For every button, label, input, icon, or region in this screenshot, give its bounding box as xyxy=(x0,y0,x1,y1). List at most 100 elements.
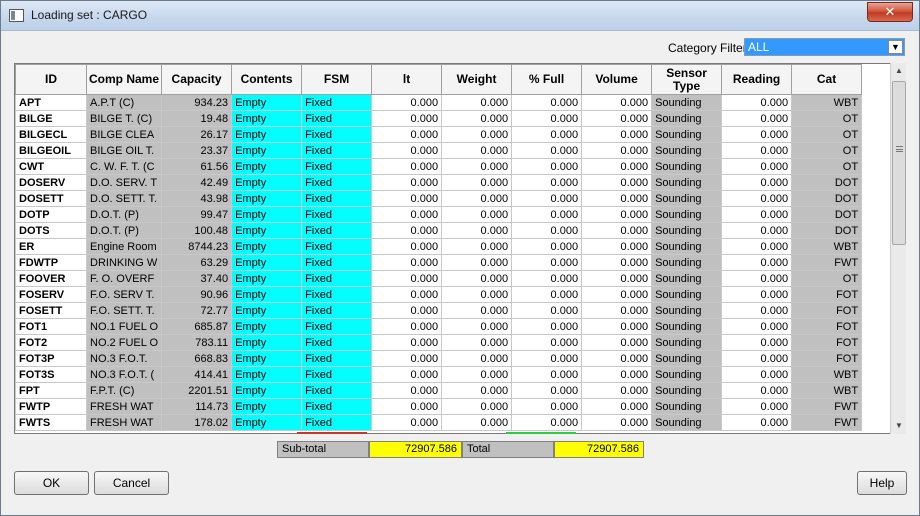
cell-name[interactable]: A.P.T (C) xyxy=(85,94,163,111)
column-header[interactable]: ID xyxy=(15,64,87,95)
cell-full[interactable]: 0.000 xyxy=(511,238,583,255)
cell-weight[interactable]: 0.000 xyxy=(441,414,513,431)
cell-name[interactable]: FRESH WAT xyxy=(85,398,163,415)
cell-full[interactable]: 0.000 xyxy=(511,350,583,367)
cell-lt[interactable]: 0.000 xyxy=(371,94,443,111)
cell-name[interactable]: D.O. SETT. T. xyxy=(85,190,163,207)
cell-lt[interactable]: 0.000 xyxy=(371,270,443,287)
cell-id[interactable]: BILGEOIL xyxy=(15,142,87,159)
cell-reading[interactable]: 0.000 xyxy=(721,158,793,175)
column-header[interactable]: Weight xyxy=(441,64,513,95)
table-row[interactable]: FOOVER F. O. OVERF 37.40 Empty Fixed 0.000 0.0… xyxy=(15,270,863,287)
table-row[interactable]: DOTP D.O.T. (P) 99.47 Empty Fixed 0.000 0.000 0… xyxy=(15,206,863,223)
cell-weight[interactable]: 0.000 xyxy=(441,206,513,223)
column-header[interactable]: Sensor Type xyxy=(651,64,723,95)
cell-name[interactable]: BILGE CLEA xyxy=(85,126,163,143)
cell-capacity[interactable]: 2201.51 xyxy=(161,382,233,399)
cell-id[interactable]: FOSETT xyxy=(15,302,87,319)
cell-sensor[interactable]: Sounding xyxy=(651,110,723,127)
cell-fsm[interactable]: Fixed xyxy=(301,334,373,351)
cell-fsm[interactable]: Fixed xyxy=(301,126,373,143)
cell-cat[interactable]: DOT xyxy=(791,222,863,239)
cell-contents[interactable]: Empty xyxy=(231,158,303,175)
table-row[interactable]: FWTP FRESH WAT 114.73 Empty Fixed 0.000 0.000 0… xyxy=(15,398,863,415)
scroll-up-icon[interactable]: ▲ xyxy=(891,63,907,79)
cell-reading[interactable]: 0.000 xyxy=(721,190,793,207)
column-header[interactable]: lt xyxy=(371,64,443,95)
cell-full[interactable]: 0.000 xyxy=(511,126,583,143)
cell-volume[interactable]: 0.000 xyxy=(581,94,653,111)
cell-fsm[interactable]: Fixed xyxy=(301,286,373,303)
cell-weight[interactable]: 0.000 xyxy=(441,142,513,159)
cell-fsm[interactable]: Fixed xyxy=(301,254,373,271)
cell-volume[interactable]: 0.000 xyxy=(581,174,653,191)
cell-name[interactable]: BILGE T. (C) xyxy=(85,110,163,127)
cell-id[interactable]: FOT3P xyxy=(15,350,87,367)
table-row[interactable]: DOSERV D.O. SERV. T 42.49 Empty Fixed 0.000 0.… xyxy=(15,174,863,191)
cell-full[interactable]: 0.000 xyxy=(511,110,583,127)
cell-volume[interactable]: 0.000 xyxy=(581,366,653,383)
table-row[interactable]: FOT1 NO.1 FUEL O 685.87 Empty Fixed 0.000 0.00… xyxy=(15,318,863,335)
cell-cat[interactable]: OT xyxy=(791,110,863,127)
cell-contents[interactable]: Empty xyxy=(231,238,303,255)
table-row[interactable]: ER Engine Room 8744.23 Empty Fixed 0.000 0.000… xyxy=(15,238,863,255)
cell-contents[interactable]: Empty xyxy=(231,286,303,303)
cell-capacity[interactable]: 99.47 xyxy=(161,206,233,223)
cell-name[interactable]: D.O.T. (P) xyxy=(85,222,163,239)
cell-weight[interactable]: 0.000 xyxy=(441,94,513,111)
cell-name[interactable]: D.O.T. (P) xyxy=(85,206,163,223)
cell-contents[interactable]: Empty xyxy=(231,398,303,415)
cell-capacity[interactable]: 43.98 xyxy=(161,190,233,207)
cell-cat[interactable]: OT xyxy=(791,270,863,287)
cell-capacity[interactable]: 37.40 xyxy=(161,270,233,287)
cell-capacity[interactable]: 63.29 xyxy=(161,254,233,271)
cell-sensor[interactable]: Sounding xyxy=(651,190,723,207)
cell-sensor[interactable]: Sounding xyxy=(651,366,723,383)
cell-sensor[interactable]: Sounding xyxy=(651,126,723,143)
ok-button[interactable]: OK xyxy=(14,471,89,495)
table-row[interactable]: CWT C. W. F. T. (C 61.56 Empty Fixed 0.000 0.0… xyxy=(15,158,863,175)
cell-name[interactable]: BILGE OIL T. xyxy=(85,142,163,159)
cell-reading[interactable]: 0.000 xyxy=(721,366,793,383)
cell-id[interactable]: DOSERV xyxy=(15,174,87,191)
table-row[interactable]: FDWTP DRINKING W 63.29 Empty Fixed 0.000 0.000… xyxy=(15,254,863,271)
cell-full[interactable]: 0.000 xyxy=(511,414,583,431)
cell-cat[interactable]: FOT xyxy=(791,286,863,303)
cell-sensor[interactable]: Sounding xyxy=(651,158,723,175)
table-row[interactable]: APT A.P.T (C) 934.23 Empty Fixed 0.000 0.000 0.… xyxy=(15,94,863,111)
cell-capacity[interactable]: 26.17 xyxy=(161,126,233,143)
column-header[interactable]: % Full xyxy=(511,64,583,95)
cell-capacity[interactable]: 668.83 xyxy=(161,350,233,367)
cell-cat[interactable]: OT xyxy=(791,126,863,143)
cell-reading[interactable]: 0.000 xyxy=(721,206,793,223)
cell-weight[interactable]: 0.000 xyxy=(441,254,513,271)
cell-capacity[interactable]: 42.49 xyxy=(161,174,233,191)
cell-weight[interactable]: 0.000 xyxy=(441,238,513,255)
cell-fsm[interactable]: Fixed xyxy=(301,110,373,127)
cell-full[interactable]: 0.000 xyxy=(511,142,583,159)
cell-reading[interactable]: 0.000 xyxy=(721,334,793,351)
scroll-thumb[interactable] xyxy=(892,81,906,245)
cell-lt[interactable]: 0.000 xyxy=(371,254,443,271)
cell-id[interactable]: ER xyxy=(15,238,87,255)
cell-volume[interactable]: 0.000 xyxy=(581,254,653,271)
cell-fsm[interactable]: Fixed xyxy=(301,382,373,399)
cell-lt[interactable]: 0.000 xyxy=(371,398,443,415)
cell-cat[interactable]: OT xyxy=(791,158,863,175)
cell-fsm[interactable]: Fixed xyxy=(301,94,373,111)
cell-contents[interactable]: Empty xyxy=(231,366,303,383)
cell-id[interactable]: FDWTP xyxy=(15,254,87,271)
cell-reading[interactable]: 0.000 xyxy=(721,350,793,367)
cell-fsm[interactable]: Fixed xyxy=(301,222,373,239)
cell-cat[interactable]: FOT xyxy=(791,318,863,335)
cell-lt[interactable]: 0.000 xyxy=(371,110,443,127)
cell-full[interactable]: 0.000 xyxy=(511,270,583,287)
cell-fsm[interactable]: Fixed xyxy=(301,206,373,223)
cell-weight[interactable]: 0.000 xyxy=(441,222,513,239)
cell-capacity[interactable]: 100.48 xyxy=(161,222,233,239)
cell-sensor[interactable]: Sounding xyxy=(651,142,723,159)
scroll-down-icon[interactable]: ▼ xyxy=(891,418,907,434)
cell-full[interactable]: 0.000 xyxy=(511,254,583,271)
cell-weight[interactable]: 0.000 xyxy=(441,286,513,303)
cell-name[interactable]: Engine Room xyxy=(85,238,163,255)
